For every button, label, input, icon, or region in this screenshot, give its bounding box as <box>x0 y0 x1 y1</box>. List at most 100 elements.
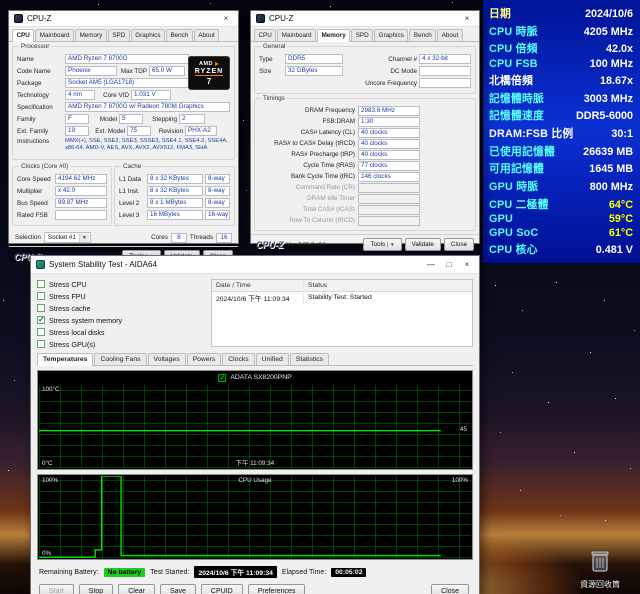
tab-temperatures[interactable]: Temperatures <box>37 353 93 366</box>
general-group: General Type DDR5 Channel # 4 x 32-bit S… <box>254 46 476 94</box>
table-header: Date / Time Status <box>212 280 472 292</box>
socket-select[interactable]: Socket #1▼ <box>44 232 91 243</box>
tab-memory[interactable]: Memory <box>75 29 107 41</box>
group-label: General <box>261 43 287 50</box>
close-button[interactable]: Close <box>444 238 474 251</box>
tab-spd[interactable]: SPD <box>351 29 373 41</box>
panel-label: CPU 二極體 <box>489 196 549 212</box>
stress-option[interactable]: Stress GPU(s) <box>37 339 205 349</box>
tab-bench[interactable]: Bench <box>409 29 436 41</box>
graph-legend[interactable]: ✓ ADATA SX8200PNP <box>38 371 472 384</box>
panel-value: DDR5-6000 <box>576 110 633 122</box>
start-button[interactable]: Start <box>39 584 74 594</box>
timing-row: CAS# Latency (CL)40 clocks <box>259 128 471 137</box>
tab-graphics[interactable]: Graphics <box>374 29 408 41</box>
cpuz-window-memory: CPU-Z × CPU Mainboard Memory SPD Graphic… <box>250 10 480 244</box>
timing-row: FSB:DRAM1:30 <box>259 117 471 126</box>
panel-row: 可用記憶體1645 MB <box>489 160 633 176</box>
temperature-graph: ✓ ADATA SX8200PNP 100°C 0°C 45 下午 11:09:… <box>37 370 473 470</box>
tab-bench[interactable]: Bench <box>166 29 193 41</box>
titlebar[interactable]: CPU-Z × <box>251 11 479 27</box>
stress-checkbox[interactable] <box>37 316 45 324</box>
tab-voltages[interactable]: Voltages <box>148 353 186 365</box>
stress-checkbox[interactable] <box>37 292 45 300</box>
stress-checkbox[interactable] <box>37 340 45 348</box>
tab-about[interactable]: About <box>437 29 462 41</box>
tab-cpu[interactable]: CPU <box>12 29 34 42</box>
timing-label: Row To Column (tRCD) <box>259 217 355 224</box>
stress-option[interactable]: Stress system memory <box>37 315 205 325</box>
tab-spd[interactable]: SPD <box>108 29 130 41</box>
timing-value <box>358 183 420 193</box>
recycle-bin-desktop-icon[interactable]: 資源回收筒 <box>568 549 632 590</box>
stress-option[interactable]: Stress FPU <box>37 291 205 301</box>
cpuz-window-cpu: CPU-Z × CPU Mainboard Memory SPD Graphic… <box>8 10 239 244</box>
cache-row-label: Level 3 <box>119 212 145 219</box>
tab-memory[interactable]: Memory <box>317 29 350 42</box>
preferences-button[interactable]: Preferences <box>248 584 306 594</box>
timing-label: Command Rate (CR) <box>259 184 355 191</box>
col-datetime: Date / Time <box>212 282 304 289</box>
tab-cooling-fans[interactable]: Cooling Fans <box>94 353 146 365</box>
clock-row-label: Bus Speed <box>17 200 53 207</box>
clear-button[interactable]: Clear <box>118 584 155 594</box>
tab-mainboard[interactable]: Mainboard <box>277 29 316 41</box>
save-button[interactable]: Save <box>160 584 196 594</box>
validate-button[interactable]: Validate <box>405 238 441 251</box>
type-label: Type <box>259 56 283 63</box>
table-row[interactable]: 2024/10/6 下午 11:09:34 Stability Test: St… <box>212 292 472 303</box>
legend-checkbox-icon[interactable]: ✓ <box>218 374 226 382</box>
memory-size-value: 32 GBytes <box>285 66 343 76</box>
stress-checkbox[interactable] <box>37 328 45 336</box>
tools-button[interactable]: Tools▼ <box>363 238 401 251</box>
aida64-app-icon <box>36 260 45 269</box>
tab-mainboard[interactable]: Mainboard <box>35 29 74 41</box>
timing-label: DRAM Idle Timer <box>259 195 355 202</box>
tab-statistics[interactable]: Statistics <box>290 353 329 365</box>
timing-value: 40 clocks <box>358 150 420 160</box>
graph-title: CPU Usage <box>238 477 271 484</box>
panel-label: CPU FSB <box>489 58 538 70</box>
cache-way-value: 8-way <box>205 186 230 196</box>
stress-label: Stress local disks <box>49 328 105 337</box>
maximize-icon[interactable]: □ <box>442 260 456 269</box>
tab-unified[interactable]: Unified <box>256 353 289 365</box>
instructions-value: MMX(+), SSE, SSE2, SSE3, SSSE3, SSE4.1, … <box>65 138 230 152</box>
stress-option[interactable]: Stress CPU <box>37 279 205 289</box>
minimize-icon[interactable]: — <box>424 260 438 269</box>
titlebar[interactable]: CPU-Z × <box>9 11 238 27</box>
cpuid-button[interactable]: CPUID <box>201 584 243 594</box>
stress-options: Stress CPU Stress FPU Stress cache Stres… <box>37 279 205 349</box>
panel-label: CPU 時脈 <box>489 23 538 39</box>
stress-checkbox[interactable] <box>37 280 45 288</box>
close-icon[interactable]: × <box>460 260 474 269</box>
tools-button-label: Tools <box>370 241 385 248</box>
cache-size-value: 8 x 32 KBytes <box>147 186 203 196</box>
close-icon[interactable]: × <box>219 14 233 23</box>
model-value: 5 <box>119 114 143 124</box>
tab-cpu[interactable]: CPU <box>254 29 276 41</box>
stress-option[interactable]: Stress cache <box>37 303 205 313</box>
tab-clocks[interactable]: Clocks <box>222 353 254 365</box>
stress-checkbox[interactable] <box>37 304 45 312</box>
close-button[interactable]: Close <box>431 584 469 594</box>
stress-option[interactable]: Stress local disks <box>37 327 205 337</box>
group-label: Clocks (Core #0) <box>19 163 70 170</box>
battery-badge: No battery <box>104 568 146 577</box>
bus-speed-value: 99.87 MHz <box>55 198 107 208</box>
elapsed-badge: 00:05:02 <box>331 568 366 577</box>
timing-value: 146 clocks <box>358 172 420 182</box>
panel-value: 42.0x <box>606 43 633 55</box>
tab-about[interactable]: About <box>194 29 219 41</box>
panel-row: 記憶體時脈3003 MHz <box>489 90 633 106</box>
stop-button[interactable]: Stop <box>79 584 113 594</box>
core-speed-value: 4194.62 MHz <box>55 174 107 184</box>
chevron-down-icon: ▼ <box>79 234 89 242</box>
cpuz-tab-bar: CPU Mainboard Memory SPD Graphics Bench … <box>251 27 479 42</box>
timing-row: DRAM Frequency2983.6 MHz <box>259 106 471 115</box>
titlebar[interactable]: System Stability Test - AIDA64 — □ × <box>31 256 479 274</box>
tab-powers[interactable]: Powers <box>187 353 222 365</box>
tab-graphics[interactable]: Graphics <box>131 29 165 41</box>
panel-label: CPU 倍頻 <box>489 40 538 56</box>
close-icon[interactable]: × <box>460 14 474 23</box>
